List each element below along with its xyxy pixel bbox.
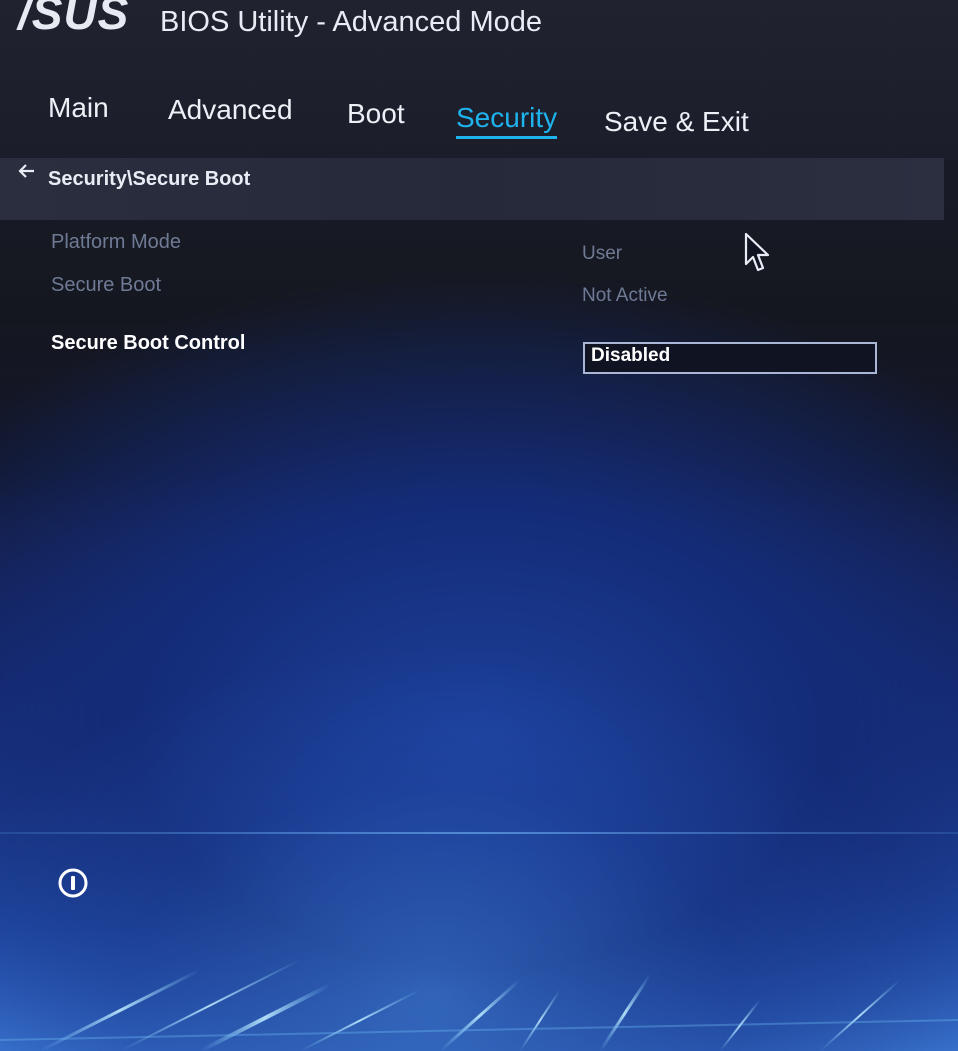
secure-boot-label: Secure Boot <box>51 274 162 296</box>
platform-mode-value: User <box>582 243 623 264</box>
secure-boot-control-label[interactable]: Secure Boot Control <box>51 332 245 355</box>
tab-advanced[interactable]: Advanced <box>168 94 293 126</box>
app-title: BIOS Utility - Advanced Mode <box>160 6 542 38</box>
breadcrumb-bar: Security\Secure Boot <box>0 158 944 220</box>
secure-boot-status-value: Not Active <box>582 285 668 306</box>
decorative-light-streaks <box>0 930 958 1051</box>
secure-boot-control-value: Disabled <box>591 345 671 366</box>
mouse-pointer-icon <box>744 232 772 278</box>
asus-logo: /SUS <box>18 0 130 39</box>
breadcrumb: Security\Secure Boot <box>48 168 251 190</box>
info-icon[interactable] <box>58 868 88 898</box>
header-bar: /SUS BIOS Utility - Advanced Mode Main A… <box>0 0 958 160</box>
tab-security[interactable]: Security <box>456 102 558 139</box>
back-arrow-icon[interactable] <box>18 160 36 188</box>
platform-mode-label: Platform Mode <box>51 231 182 253</box>
secure-boot-control-select[interactable]: Disabled <box>583 342 877 374</box>
tab-boot[interactable]: Boot <box>347 98 405 130</box>
tab-main[interactable]: Main <box>48 92 109 124</box>
footer-divider <box>0 832 958 834</box>
tab-save-exit[interactable]: Save & Exit <box>604 106 749 138</box>
